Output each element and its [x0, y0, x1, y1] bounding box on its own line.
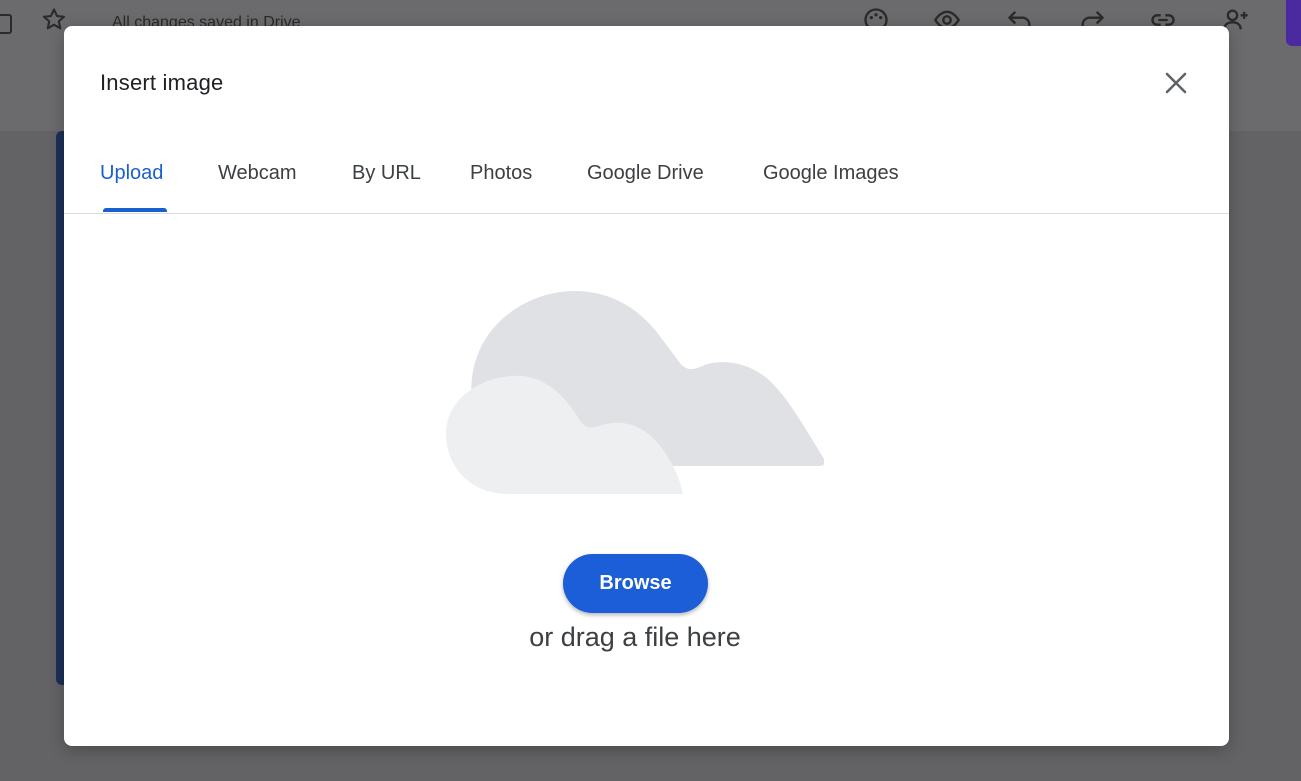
insert-image-dialog: Insert image Upload Webcam By URL Photos…	[64, 26, 1229, 746]
background-account-badge	[1286, 0, 1301, 46]
tab-webcam[interactable]: Webcam	[218, 162, 297, 185]
tab-google-drive[interactable]: Google Drive	[587, 162, 704, 185]
active-tab-indicator	[103, 208, 167, 212]
tab-google-images[interactable]: Google Images	[763, 162, 899, 185]
browse-button[interactable]: Browse	[563, 554, 708, 613]
drag-file-hint: or drag a file here	[529, 622, 741, 652]
dialog-title: Insert image	[100, 70, 224, 95]
tab-bar: Upload Webcam By URL Photos Google Drive…	[64, 150, 1229, 214]
cloud-upload-icon	[446, 291, 824, 494]
close-button[interactable]	[1156, 66, 1196, 100]
tab-by-url[interactable]: By URL	[352, 162, 421, 185]
tab-upload[interactable]: Upload	[100, 162, 163, 185]
square-icon	[0, 14, 12, 34]
background-side-accent	[56, 131, 64, 685]
close-icon	[1165, 72, 1187, 94]
tab-photos[interactable]: Photos	[470, 162, 532, 185]
